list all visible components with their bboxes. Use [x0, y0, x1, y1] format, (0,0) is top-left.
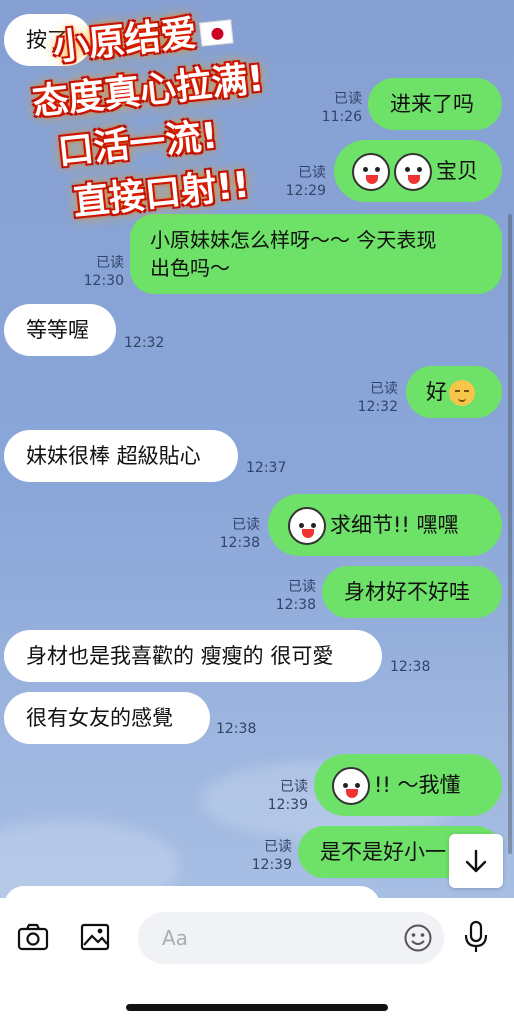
message-meta: 已读 12:38 — [210, 516, 260, 552]
read-receipt: 已读 — [334, 91, 362, 107]
overlay-line: 口活一流! — [55, 115, 220, 174]
microphone-button[interactable] — [458, 919, 494, 955]
message-time: 12:39 — [251, 857, 292, 873]
read-receipt: 已读 — [280, 779, 308, 795]
sticker-icon — [394, 153, 432, 191]
camera-icon — [17, 923, 49, 951]
read-receipt: 已读 — [232, 517, 260, 533]
message-text: 妹妹很棒 超級貼心 — [26, 444, 201, 468]
gallery-button[interactable] — [77, 919, 113, 955]
incoming-message[interactable]: 妹妹很棒 超級貼心 — [4, 430, 238, 482]
outgoing-message[interactable]: 好 — [406, 366, 502, 418]
japan-flag-icon — [199, 19, 234, 47]
message-text: 是不是好小一 — [320, 840, 446, 864]
message-text: 进来了吗 — [390, 92, 474, 116]
message-time: 12:30 — [83, 273, 124, 289]
read-receipt: 已读 — [288, 579, 316, 595]
outgoing-message[interactable]: 求细节!! 嘿嘿 — [268, 494, 502, 556]
message-text: !! ～我懂 — [374, 773, 461, 797]
message-time: 12:39 — [267, 797, 308, 813]
read-receipt: 已读 — [370, 381, 398, 397]
chat-area[interactable]: 按了 已读 11:26 进来了吗 已读 12:29 宝贝 已读 12:30 小原… — [0, 0, 514, 898]
message-time: 12:32 — [357, 399, 398, 415]
microphone-icon — [464, 920, 488, 952]
incoming-message[interactable] — [4, 886, 380, 898]
read-receipt: 已读 — [96, 255, 124, 271]
emoji-icon — [404, 924, 432, 952]
outgoing-message[interactable]: 进来了吗 — [368, 78, 502, 130]
home-indicator — [126, 1004, 388, 1011]
message-meta: 已读 12:29 — [276, 164, 326, 200]
message-time: 12:38 — [216, 721, 257, 737]
message-text: 按了 — [26, 28, 68, 52]
outgoing-message[interactable]: 小原妹妹怎么样呀～～ 今天表现 出色吗～ — [130, 214, 502, 294]
bunny-sticker-icon — [288, 507, 326, 545]
message-text: 身材也是我喜歡的 瘦瘦的 很可愛 — [26, 644, 334, 668]
arrow-down-icon — [465, 849, 487, 873]
message-input-placeholder: Aa — [162, 926, 188, 950]
scroll-to-bottom-button[interactable] — [449, 834, 503, 888]
bunny-sticker-icon — [332, 767, 370, 805]
outgoing-message[interactable]: 身材好不好哇 — [322, 566, 502, 618]
message-text: 等等喔 — [26, 318, 89, 342]
message-meta: 已读 12:32 — [348, 380, 398, 416]
message-input[interactable]: Aa — [138, 912, 444, 964]
message-time: 11:26 — [321, 109, 362, 125]
incoming-message[interactable]: 等等喔 — [4, 304, 116, 356]
message-text: 求细节!! 嘿嘿 — [330, 513, 459, 537]
emoji-button[interactable] — [400, 920, 436, 956]
message-time: 12:32 — [124, 335, 165, 351]
message-meta: 已读 12:39 — [242, 838, 292, 874]
read-receipt: 已读 — [298, 165, 326, 181]
outgoing-message[interactable]: !! ～我懂 — [314, 754, 502, 816]
incoming-message[interactable]: 按了 — [4, 14, 92, 66]
message-text: 出色吗～ — [150, 256, 230, 280]
message-text: 身材好不好哇 — [344, 580, 470, 604]
message-time: 12:37 — [246, 460, 287, 476]
camera-button[interactable] — [15, 919, 51, 955]
read-receipt: 已读 — [264, 839, 292, 855]
message-text: 小原妹妹怎么样呀～～ 今天表现 — [150, 228, 437, 252]
scrollbar[interactable] — [508, 214, 512, 854]
sticker-icon — [352, 153, 390, 191]
message-time: 12:38 — [275, 597, 316, 613]
message-meta: 已读 12:39 — [258, 778, 308, 814]
message-time: 12:38 — [390, 659, 431, 675]
relieved-face-icon — [449, 380, 475, 406]
message-time: 12:29 — [285, 183, 326, 199]
message-meta: 已读 11:26 — [312, 90, 362, 126]
message-text: 很有女友的感覺 — [26, 706, 173, 730]
incoming-message[interactable]: 身材也是我喜歡的 瘦瘦的 很可愛 — [4, 630, 382, 682]
image-icon — [80, 923, 110, 951]
message-meta: 已读 12:30 — [74, 254, 124, 290]
outgoing-message[interactable]: 宝贝 — [334, 140, 502, 202]
message-time: 12:38 — [219, 535, 260, 551]
message-meta: 已读 12:38 — [266, 578, 316, 614]
message-text: 好 — [426, 380, 447, 404]
incoming-message[interactable]: 很有女友的感覺 — [4, 692, 210, 744]
message-text: 宝贝 — [436, 159, 478, 183]
